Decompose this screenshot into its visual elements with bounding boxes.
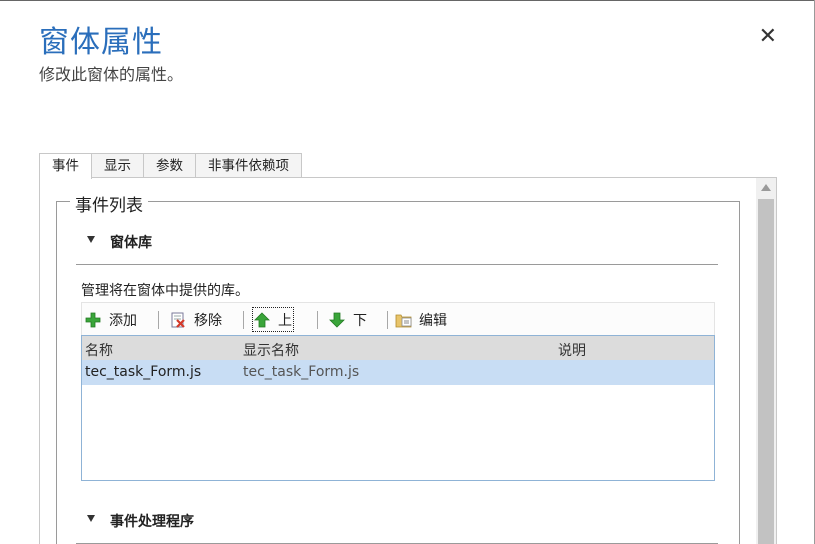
tab-events[interactable]: 事件 [39,153,92,179]
edit-button-label: 编辑 [419,312,447,329]
add-button-label: 添加 [109,312,137,329]
event-list-legend: 事件列表 [70,191,148,216]
scrollbar-border [776,178,777,544]
column-header-description[interactable]: 说明 [558,340,586,360]
scroll-up-arrow-icon[interactable] [761,184,771,191]
toolbar-separator [243,311,244,329]
tab-non-event-dependencies[interactable]: 非事件依赖项 [195,153,302,178]
edit-properties-icon [395,312,412,328]
library-toolbar: 添加 移除 上 下 编辑 [81,302,715,336]
plus-icon [85,312,101,328]
grid-header: 名称 显示名称 说明 [82,336,714,360]
edit-button[interactable]: 编辑 [395,309,447,330]
tab-display[interactable]: 显示 [91,153,144,178]
collapse-triangle-icon[interactable] [87,515,95,522]
scrollbar-thumb[interactable] [758,199,774,544]
row-display-name: tec_task_Form.js [243,364,360,380]
dialog-subtitle: 修改此窗体的属性。 [39,65,184,84]
form-library-heading[interactable]: 窗体库 [110,232,152,252]
window-top-border [0,0,815,1]
toolbar-separator [387,311,388,329]
column-header-display-name[interactable]: 显示名称 [243,340,299,360]
remove-button[interactable]: 移除 [170,309,222,330]
tab-parameters[interactable]: 参数 [143,153,196,178]
row-name: tec_task_Form.js [85,364,202,380]
form-library-description: 管理将在窗体中提供的库。 [81,283,249,299]
remove-icon [170,312,186,328]
tab-bar: 事件 显示 参数 非事件依赖项 [39,153,302,179]
move-down-button[interactable]: 下 [329,309,367,330]
tab-content-events: 事件列表 窗体库 管理将在窗体中提供的库。 添加 移除 上 下 编辑 名称 显示… [39,178,757,544]
arrow-down-icon [329,312,345,328]
move-up-button[interactable]: 上 [252,307,294,332]
column-header-name[interactable]: 名称 [85,340,113,360]
toolbar-separator [158,311,159,329]
vertical-scrollbar[interactable] [756,178,776,544]
table-row[interactable]: tec_task_Form.js tec_task_Form.js [82,360,714,385]
dialog-title: 窗体属性 [39,25,163,60]
library-grid: 名称 显示名称 说明 tec_task_Form.js tec_task_For… [81,335,715,481]
form-library-divider [76,264,718,265]
event-handlers-heading[interactable]: 事件处理程序 [110,511,194,531]
add-button[interactable]: 添加 [85,309,137,330]
toolbar-separator [317,311,318,329]
collapse-triangle-icon[interactable] [87,236,95,243]
close-icon[interactable]: ✕ [759,26,777,48]
move-down-button-label: 下 [353,312,367,329]
arrow-up-icon [254,311,270,328]
move-up-button-label: 上 [278,312,292,329]
remove-button-label: 移除 [194,312,222,329]
